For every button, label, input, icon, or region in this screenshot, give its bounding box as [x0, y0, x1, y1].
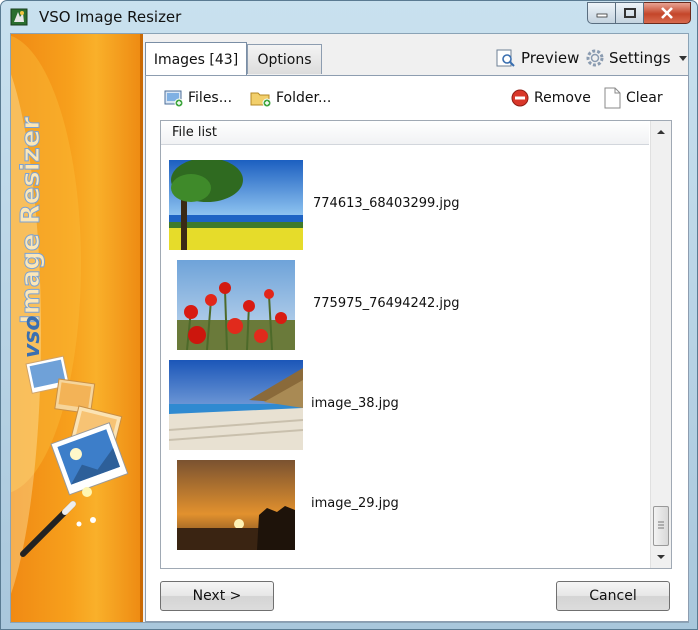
chevron-down-icon [657, 555, 665, 559]
banner-artwork-icon: Image Resizer vso [11, 35, 129, 594]
file-list[interactable]: File list 774613_68403299.jpg 775975_764… [160, 120, 672, 569]
scroll-up-button[interactable] [651, 123, 671, 141]
add-files-label: Files... [188, 90, 233, 106]
list-item[interactable]: image_29.jpg [161, 460, 649, 555]
remove-icon [511, 89, 529, 107]
app-window: VSO Image Resizer Image Resizer vso Imag… [0, 0, 698, 630]
app-logo-icon [10, 8, 28, 26]
list-item[interactable]: image_38.jpg [161, 360, 649, 455]
settings-button[interactable]: Settings [585, 46, 689, 70]
remove-label: Remove [534, 90, 591, 106]
preview-label: Preview [521, 49, 580, 67]
tab-options[interactable]: Options [247, 44, 322, 74]
scroll-down-button[interactable] [651, 548, 671, 566]
add-folder-button[interactable]: Folder... [250, 86, 331, 110]
tab-strip: Images [43] Options Preview Settings [145, 42, 689, 76]
red-poppies-thumbnail [177, 260, 295, 350]
minimize-button[interactable] [587, 2, 616, 24]
window-title: VSO Image Resizer [39, 8, 182, 26]
close-icon [661, 7, 673, 19]
chevron-down-icon [678, 56, 687, 61]
maximize-icon [623, 8, 636, 18]
tab-images[interactable]: Images [43] [145, 42, 247, 76]
gear-icon [586, 49, 604, 67]
remove-button[interactable]: Remove [510, 86, 591, 110]
settings-label: Settings [609, 49, 671, 67]
brand-banner: Image Resizer vso [11, 34, 142, 622]
file-name: image_38.jpg [311, 396, 399, 411]
scrollbar-thumb[interactable] [653, 506, 669, 546]
preview-icon [496, 49, 515, 67]
grip-icon [658, 521, 664, 529]
minimize-icon [596, 13, 607, 18]
add-folder-label: Folder... [276, 90, 332, 106]
sunset-thumbnail [177, 460, 295, 550]
list-item[interactable]: 774613_68403299.jpg [161, 160, 649, 255]
vertical-scrollbar[interactable] [650, 121, 671, 568]
folder-icon [250, 92, 272, 107]
cancel-button[interactable]: Cancel [556, 581, 670, 611]
file-name: 775975_76494242.jpg [313, 296, 460, 311]
add-files-button[interactable]: Files... [164, 86, 232, 110]
file-list-header: File list [161, 121, 649, 145]
banner-brand-text: Image Resizer [16, 117, 46, 324]
tree-field-thumbnail [169, 160, 303, 250]
banner-logo-text: vso [20, 315, 45, 358]
title-bar[interactable]: VSO Image Resizer [1, 1, 697, 33]
maximize-button[interactable] [616, 2, 644, 24]
next-button[interactable]: Next > [160, 581, 274, 611]
clear-label: Clear [626, 90, 663, 106]
close-button[interactable] [644, 2, 691, 24]
clear-button[interactable]: Clear [602, 86, 663, 110]
clear-icon [604, 87, 621, 109]
banner-edge [140, 34, 143, 622]
beach-thumbnail [169, 360, 303, 450]
images-panel: Files... Folder... Remove Clear File lis… [145, 75, 689, 622]
chevron-up-icon [657, 130, 665, 134]
list-item[interactable]: 775975_76494242.jpg [161, 260, 649, 355]
file-name: 774613_68403299.jpg [313, 196, 460, 211]
client-area: Image Resizer vso Images [43] Options Pr… [10, 33, 689, 623]
preview-button[interactable]: Preview [495, 46, 579, 70]
add-files-icon [164, 90, 184, 107]
file-name: image_29.jpg [311, 496, 399, 511]
